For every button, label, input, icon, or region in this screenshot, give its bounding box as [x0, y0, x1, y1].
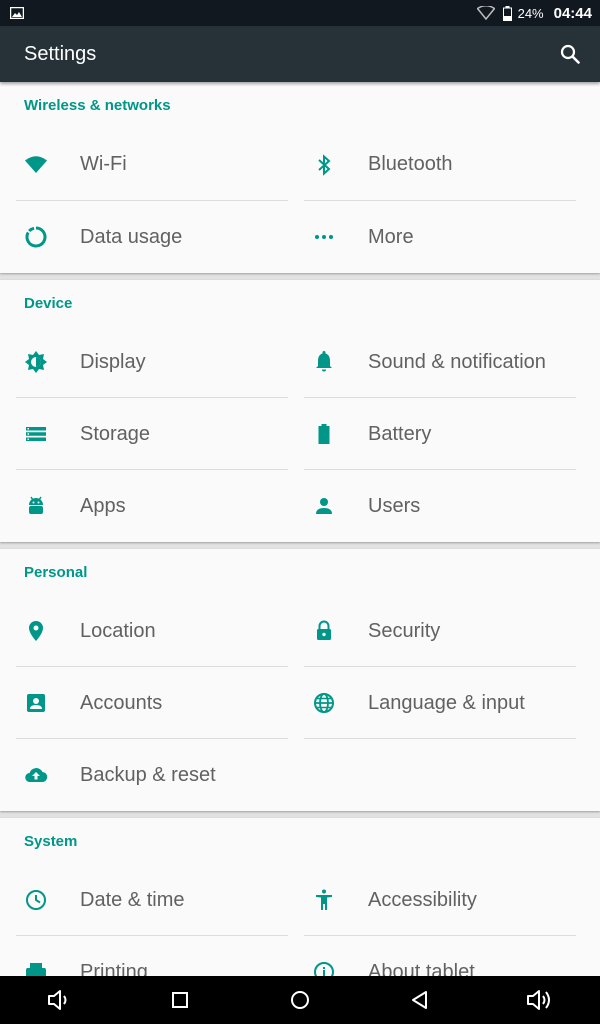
- page-title: Settings: [24, 42, 97, 65]
- data-usage-icon: [16, 225, 56, 249]
- setting-printing[interactable]: Printing: [16, 936, 288, 976]
- print-icon: [16, 960, 56, 976]
- section-header: Device: [24, 295, 73, 312]
- more-icon: [304, 225, 344, 249]
- setting-about-tablet[interactable]: About tablet: [304, 936, 576, 976]
- setting-bluetooth[interactable]: Bluetooth: [304, 128, 576, 201]
- bluetooth-icon: [304, 153, 344, 177]
- person-icon: [304, 494, 344, 518]
- setting-date-time[interactable]: Date & time: [16, 864, 288, 936]
- lock-icon: [304, 619, 344, 643]
- setting-label: Location: [80, 619, 156, 642]
- setting-label: Apps: [80, 494, 126, 517]
- search-icon[interactable]: [556, 40, 584, 68]
- setting-label: Date & time: [80, 888, 185, 911]
- setting-label: Printing: [80, 960, 148, 977]
- storage-icon: [16, 422, 56, 446]
- battery-status-icon: [502, 5, 512, 21]
- setting-label: Sound & notification: [368, 350, 546, 373]
- clock-icon: [16, 888, 56, 912]
- setting-label: Accessibility: [368, 888, 477, 911]
- setting-label: Users: [368, 494, 421, 517]
- setting-label: Accounts: [80, 691, 163, 714]
- back-icon[interactable]: [396, 976, 444, 1024]
- wifi-status-icon: [476, 6, 495, 20]
- home-icon[interactable]: [276, 976, 324, 1024]
- setting-label: Language & input: [368, 691, 525, 714]
- section-wireless-networks: Wireless & networks Wi-Fi Bluetooth Data…: [0, 82, 600, 273]
- setting-location[interactable]: Location: [16, 595, 288, 667]
- bell-icon: [304, 350, 344, 374]
- info-icon: [304, 960, 344, 976]
- section-header: System: [24, 833, 78, 850]
- setting-sound-notification[interactable]: Sound & notification: [304, 326, 576, 398]
- setting-label: More: [368, 225, 414, 248]
- wifi-icon: [16, 153, 56, 177]
- navigation-bar: [0, 976, 600, 1024]
- setting-label: About tablet: [368, 960, 475, 977]
- setting-label: Bluetooth: [368, 153, 453, 175]
- setting-label: Security: [368, 619, 441, 642]
- setting-label: Display: [80, 350, 146, 373]
- account-box-icon: [16, 691, 56, 715]
- section-system: System Date & time Accessibility Printin…: [0, 818, 600, 976]
- setting-security[interactable]: Security: [304, 595, 576, 667]
- volume-up-icon[interactable]: [516, 976, 564, 1024]
- section-header: Wireless & networks: [24, 97, 171, 114]
- volume-down-icon[interactable]: [36, 976, 84, 1024]
- recents-icon[interactable]: [156, 976, 204, 1024]
- setting-label: Wi-Fi: [80, 153, 127, 175]
- status-bar: 24% 04:44: [0, 0, 600, 26]
- setting-apps[interactable]: Apps: [16, 470, 288, 542]
- globe-icon: [304, 691, 344, 715]
- battery-percent: 24%: [517, 5, 544, 21]
- setting-data-usage[interactable]: Data usage: [16, 201, 288, 273]
- section-device: Device Display Sound & notification Stor…: [0, 280, 600, 542]
- setting-wifi[interactable]: Wi-Fi: [16, 128, 288, 201]
- setting-battery[interactable]: Battery: [304, 398, 576, 470]
- setting-storage[interactable]: Storage: [16, 398, 288, 470]
- settings-screen: 24% 04:44 Settings Wireless & networks W…: [0, 0, 600, 1024]
- setting-label: Battery: [368, 422, 432, 445]
- location-pin-icon: [16, 619, 56, 643]
- setting-backup-reset[interactable]: Backup & reset: [16, 739, 288, 811]
- setting-accessibility[interactable]: Accessibility: [304, 864, 576, 936]
- setting-accounts[interactable]: Accounts: [16, 667, 288, 739]
- brightness-icon: [16, 350, 56, 374]
- setting-more[interactable]: More: [304, 201, 576, 273]
- setting-display[interactable]: Display: [16, 326, 288, 398]
- clock-time: 04:44: [553, 4, 592, 22]
- setting-users[interactable]: Users: [304, 470, 576, 542]
- battery-icon: [304, 422, 344, 446]
- section-personal: Personal Location Security Accounts Lang…: [0, 549, 600, 811]
- setting-label: Storage: [80, 422, 151, 445]
- picture-notification-icon: [10, 7, 24, 19]
- setting-language-input[interactable]: Language & input: [304, 667, 576, 739]
- settings-list: Wireless & networks Wi-Fi Bluetooth Data…: [0, 82, 600, 976]
- action-bar: Settings: [0, 26, 600, 82]
- cloud-upload-icon: [16, 763, 56, 787]
- section-header: Personal: [24, 564, 88, 581]
- setting-label: Data usage: [80, 225, 183, 248]
- setting-label: Backup & reset: [80, 763, 216, 786]
- accessibility-icon: [304, 888, 344, 912]
- android-icon: [16, 494, 56, 518]
